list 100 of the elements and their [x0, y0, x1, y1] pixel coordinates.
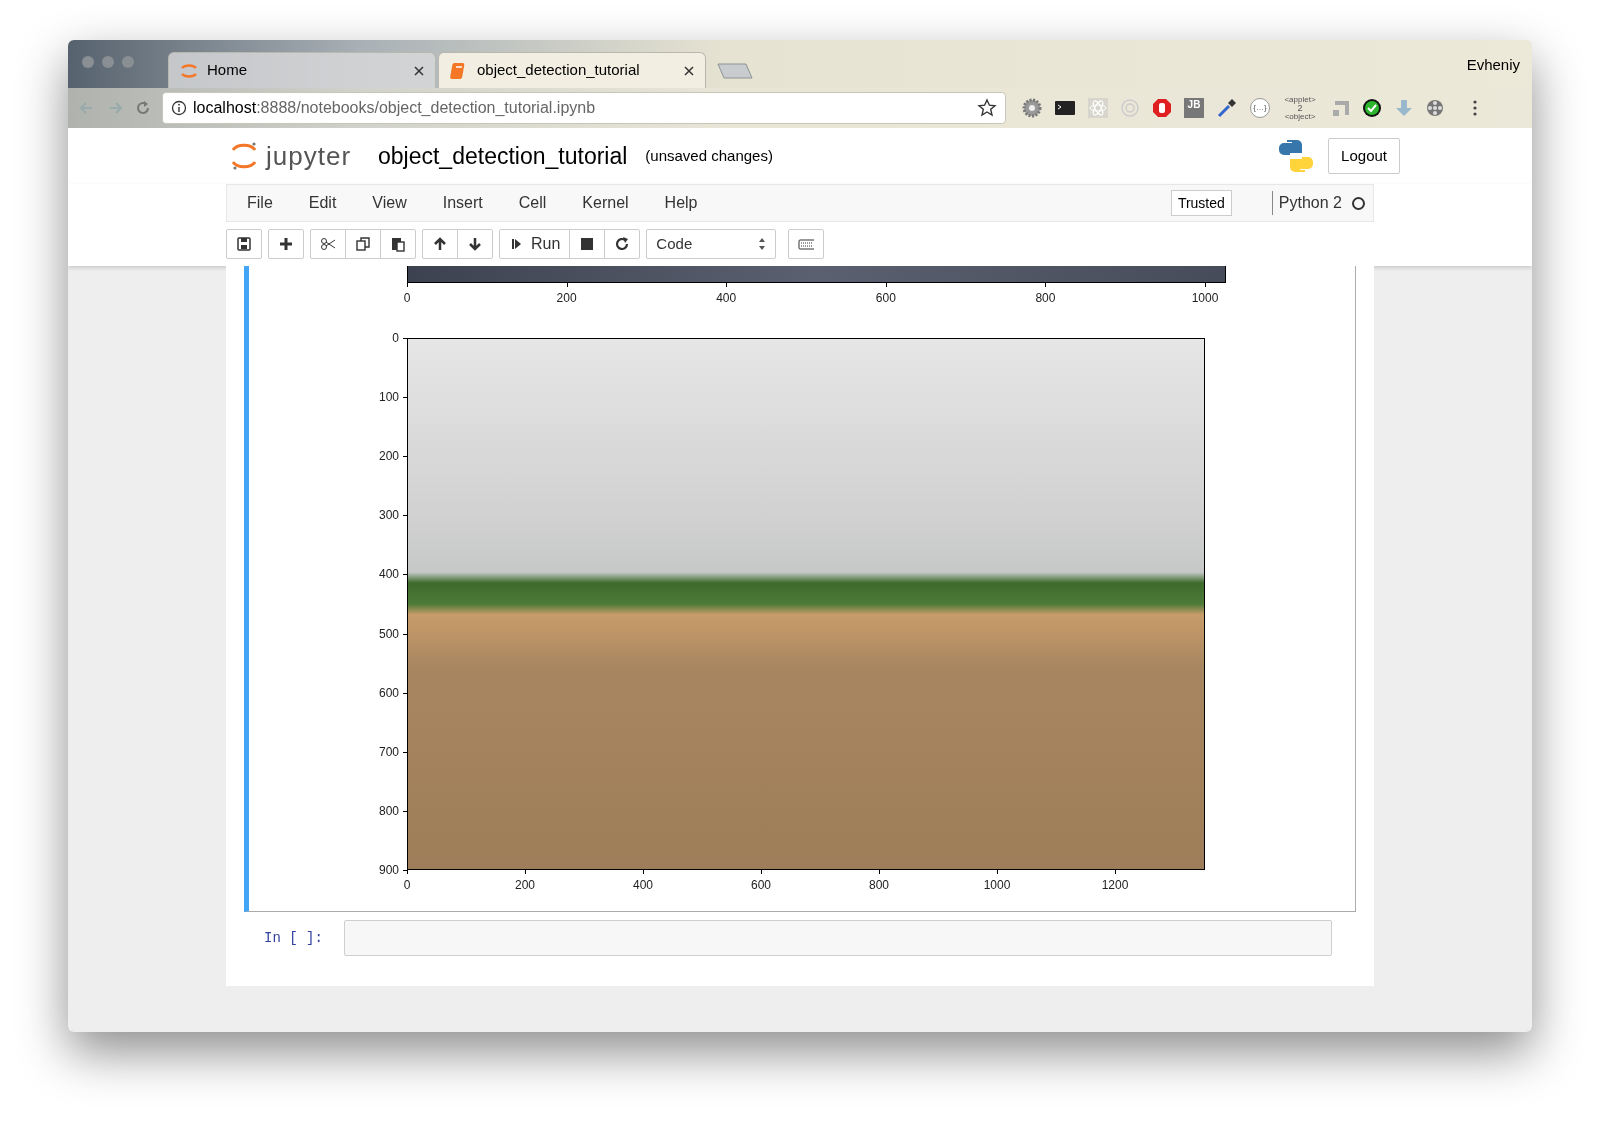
tick-mark — [403, 397, 407, 399]
close-icon — [413, 64, 425, 77]
cut-button[interactable] — [310, 229, 346, 259]
tick-mark — [403, 456, 407, 458]
python-logo-icon — [1278, 138, 1315, 174]
menu-item[interactable]: Insert — [430, 191, 495, 215]
move-up-button[interactable] — [422, 229, 458, 259]
tick-mark — [566, 283, 568, 287]
axis-tick-label: 1000 — [1191, 290, 1219, 307]
restart-icon — [614, 236, 631, 252]
menu-item[interactable]: Kernel — [570, 191, 641, 215]
tick-mark — [525, 870, 526, 874]
axis-tick-label: 400 — [377, 566, 399, 584]
terminal-icon — [1054, 98, 1076, 118]
axis-tick-label: 0 — [403, 877, 411, 894]
scissors-icon — [320, 236, 336, 252]
menu-item[interactable]: Cell — [506, 191, 559, 215]
tick-mark — [403, 574, 407, 576]
tick-mark — [403, 751, 407, 753]
kernel-name: Python 2 — [1271, 191, 1342, 215]
trusted-indicator: Trusted — [1170, 190, 1232, 216]
save-button[interactable] — [226, 229, 262, 259]
axis-tick-label: 1000 — [983, 877, 1011, 894]
axis-tick-label: 1200 — [1101, 877, 1129, 894]
menu-item[interactable]: File — [235, 191, 285, 215]
code-input-field[interactable] — [344, 920, 1332, 956]
plus-icon — [278, 236, 294, 252]
save-icon — [236, 236, 252, 252]
menu-icon — [1472, 98, 1478, 118]
axis-tick-label: 600 — [377, 684, 399, 702]
browser-tab[interactable]: object_detection_tutorial — [438, 52, 706, 88]
address-bar[interactable]: localhost:8888/notebooks/object_detection_tutorial.ipynb — [162, 92, 1006, 124]
tick-mark — [761, 870, 762, 874]
film-reel-icon — [1426, 98, 1446, 118]
tick-mark — [403, 810, 407, 812]
browser-tab[interactable]: Home — [168, 52, 436, 88]
axis-tick-label: 200 — [515, 877, 535, 894]
tick-mark — [1205, 283, 1206, 287]
tick-mark — [403, 338, 407, 339]
axis-tick-label: 200 — [377, 448, 399, 466]
menu-item[interactable]: Edit — [296, 191, 349, 215]
new-tab-icon — [714, 60, 754, 82]
tab-title: object_detection_tutorial — [477, 60, 641, 81]
add-cell-button[interactable] — [268, 229, 304, 259]
gear-icon — [1022, 98, 1042, 118]
menu-item[interactable]: View — [360, 191, 419, 215]
tab-title: Home — [207, 60, 248, 81]
tick-mark — [885, 283, 887, 287]
download-arrow-icon — [1394, 98, 1414, 118]
tick-mark — [643, 870, 644, 874]
axis-tick-label: 0 — [391, 330, 399, 347]
stop-button[interactable] — [569, 229, 606, 259]
tick-mark — [726, 283, 728, 287]
stop-icon — [579, 236, 596, 252]
restart-button[interactable] — [604, 229, 641, 259]
menu-item[interactable]: Help — [652, 191, 710, 215]
axis-tick-label: 800 — [1035, 290, 1056, 307]
arrow-down-icon — [467, 236, 483, 252]
tick-mark — [403, 633, 407, 635]
jupyter-logo-icon — [230, 140, 258, 172]
atom-icon — [1088, 98, 1108, 118]
tick-mark — [1115, 870, 1116, 874]
jb-icon[interactable]: JB — [1184, 98, 1204, 118]
tick-mark — [1045, 283, 1047, 287]
axis-tick-label: 500 — [377, 625, 399, 643]
tick-mark — [403, 515, 407, 517]
axis-tick-label: 800 — [377, 802, 399, 820]
paste-button[interactable] — [380, 229, 416, 259]
applet-icon[interactable]: <applet> 2 <object> — [1282, 95, 1318, 121]
bookmark-star-icon — [977, 98, 997, 118]
stop-hand-icon — [1152, 98, 1172, 118]
axis-tick-label: 800 — [869, 877, 889, 894]
keyboard-icon — [798, 236, 815, 252]
url-text: localhost:8888/notebooks/object_detection_tutorial.ipynb — [193, 98, 597, 118]
axis-tick-label: 700 — [377, 743, 399, 761]
run-button[interactable]: Run — [499, 229, 571, 259]
axis-tick-label: 600 — [875, 290, 896, 307]
tick-mark — [403, 692, 407, 694]
axis-tick-label: 300 — [377, 507, 399, 525]
ring-icon — [1120, 98, 1140, 118]
move-down-button[interactable] — [457, 229, 493, 259]
copy-icon — [355, 236, 371, 252]
notebook-name[interactable]: object_detection_tutorial — [378, 138, 628, 174]
braces-icon[interactable]: {…} — [1250, 98, 1270, 118]
reload-icon — [134, 99, 152, 117]
copy-button[interactable] — [345, 229, 381, 259]
close-icon — [683, 64, 695, 77]
arrow-up-icon — [432, 236, 448, 252]
info-icon — [171, 100, 187, 116]
axis-tick-label: 200 — [556, 290, 577, 307]
cell-type-dropdown[interactable]: Code — [646, 229, 777, 259]
logout-button[interactable]: Logout — [1328, 138, 1400, 174]
paste-icon — [390, 236, 406, 252]
axis-tick-label: 0 — [403, 290, 411, 307]
squares-icon — [1330, 98, 1350, 118]
tick-mark — [407, 283, 408, 287]
command-palette-button[interactable] — [788, 229, 825, 259]
axis-tick-label: 900 — [377, 861, 399, 879]
tick-mark — [879, 870, 880, 874]
dropdown-arrows-icon — [758, 237, 767, 251]
